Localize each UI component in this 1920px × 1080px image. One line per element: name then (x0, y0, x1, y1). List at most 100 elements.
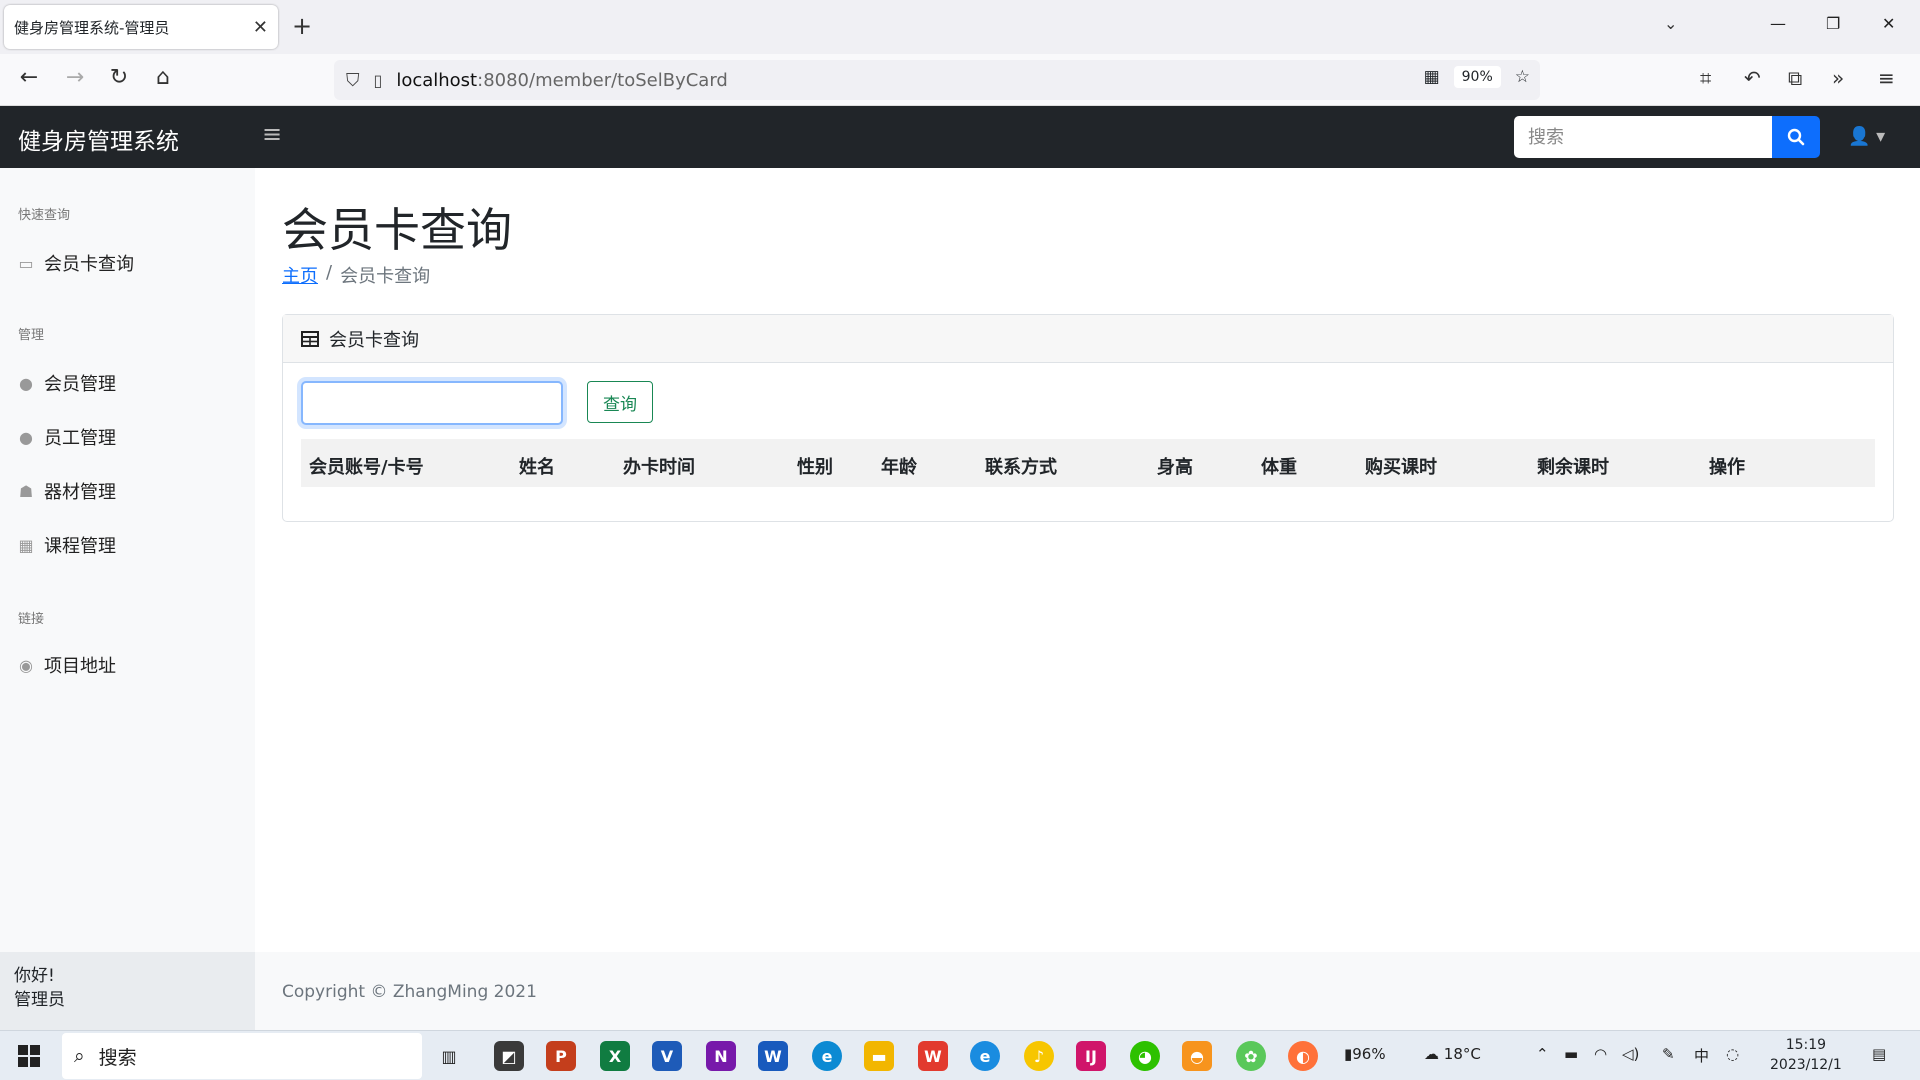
wifi-icon[interactable]: ◠ (1594, 1045, 1607, 1063)
windows-start-icon[interactable] (18, 1045, 40, 1067)
notification-icon[interactable]: ▤ (1872, 1045, 1886, 1063)
qr-code-icon[interactable]: ▦ (1424, 67, 1440, 87)
sidebar-footer: 你好! 管理员 (0, 952, 255, 1030)
app-brand[interactable]: 健身房管理系统 (18, 122, 179, 156)
bookmark-star-icon[interactable]: ☆ (1515, 67, 1530, 87)
sidebar-item-card-query[interactable]: ▭ 会员卡查询 (18, 250, 134, 276)
user-icon: ● (19, 373, 33, 393)
screenshot-icon[interactable]: ⌗ (1700, 66, 1711, 90)
url-path: :8080/member/toSelByCard (477, 69, 728, 91)
breadcrumb-current: 会员卡查询 (340, 266, 431, 287)
reply-icon[interactable]: ↶ (1744, 66, 1761, 90)
new-tab-icon[interactable]: + (292, 12, 312, 40)
window-close-icon[interactable]: ✕ (1882, 14, 1895, 33)
pen-icon[interactable]: ✎ (1662, 1045, 1675, 1063)
app-green-icon[interactable]: ✿ (1236, 1041, 1266, 1071)
qq-icon[interactable]: ◓ (1182, 1041, 1212, 1071)
sidebar-heading-links: 链接 (18, 612, 45, 627)
sidebar-item-staff[interactable]: ● 员工管理 (18, 424, 116, 450)
breadcrumb: 主页 / 会员卡查询 (282, 262, 430, 288)
clock-date: 2023/12/1 (1770, 1057, 1842, 1073)
music-app-icon[interactable]: ♪ (1024, 1041, 1054, 1071)
battery-percent: 96% (1352, 1045, 1386, 1063)
sidebar-item-project[interactable]: ◉ 项目地址 (18, 652, 116, 678)
back-icon[interactable]: ← (14, 65, 44, 90)
close-tab-icon[interactable]: ✕ (253, 17, 268, 38)
card-header: 会员卡查询 (283, 315, 1893, 363)
word-icon[interactable]: W (758, 1041, 788, 1071)
sidebar-item-label: 员工管理 (44, 428, 116, 449)
intellij-icon[interactable]: IJ (1076, 1041, 1106, 1071)
search-icon: ⌕ (74, 1045, 85, 1067)
weather-widget[interactable]: ☁ 18°C (1424, 1045, 1481, 1063)
page-title: 会员卡查询 (282, 203, 512, 257)
clock-time: 15:19 (1785, 1037, 1827, 1053)
sidebar-toggle-icon[interactable]: ≡ (262, 120, 282, 148)
table-header-row: 会员账号/卡号 姓名 办卡时间 性别 年龄 联系方式 身高 体重 购买课时 剩余… (301, 439, 1875, 487)
url-bar[interactable]: ⛉ ▯ localhost:8080/member/toSelByCard ▦ … (334, 60, 1540, 100)
user-dropdown[interactable]: 👤 ▾ (1848, 126, 1885, 147)
file-explorer-icon[interactable]: ▬ (864, 1041, 894, 1071)
column-header: 姓名 (519, 457, 555, 478)
card-query-panel: 会员卡查询 查询 会员账号/卡号 姓名 办卡时间 性别 年龄 联系方式 身高 体… (282, 314, 1894, 522)
restore-icon[interactable]: ❐ (1826, 14, 1840, 33)
equipment-icon: ☗ (18, 481, 34, 501)
volume-icon[interactable]: ◁) (1622, 1045, 1639, 1063)
forward-icon[interactable]: → (60, 65, 90, 90)
sidebar-item-label: 会员卡查询 (44, 254, 134, 275)
reload-icon[interactable]: ↻ (104, 65, 134, 90)
browser-toolbar: ← → ↻ ⌂ ⛉ ▯ localhost:8080/member/toSelB… (0, 54, 1920, 106)
breadcrumb-separator: / (326, 262, 333, 283)
url-host: localhost (396, 69, 478, 91)
user-icon: 👤 (1848, 126, 1871, 147)
column-header: 剩余课时 (1537, 457, 1609, 478)
battery-indicator[interactable]: ▮96% (1344, 1045, 1386, 1063)
menu-icon[interactable]: ≡ (1878, 66, 1895, 90)
query-button[interactable]: 查询 (587, 381, 653, 423)
card-title: 会员卡查询 (329, 329, 419, 351)
taskbar: ⌕ 搜索 ▥ ◩ P X V N W e ▬ W e ♪ IJ ◕ ◓ ✿ ◐ … (0, 1030, 1920, 1080)
excel-icon[interactable]: X (600, 1041, 630, 1071)
tray-chevron-icon[interactable]: ⌃ (1536, 1045, 1549, 1063)
sidebar-heading-manage: 管理 (18, 328, 45, 343)
taskbar-search[interactable]: ⌕ 搜索 (62, 1033, 422, 1079)
powerpoint-icon[interactable]: P (546, 1041, 576, 1071)
browser-tab[interactable]: 健身房管理系统-管理员 ✕ (4, 5, 278, 49)
tab-list-chevron-icon[interactable]: ⌄ (1664, 14, 1677, 33)
calendar-icon: ▦ (18, 535, 34, 555)
navbar-search-button[interactable] (1772, 116, 1820, 158)
copyright-text: Copyright © ZhangMing 2021 (282, 982, 537, 1002)
overflow-icon[interactable]: » (1832, 66, 1844, 90)
onenote-icon[interactable]: N (706, 1041, 736, 1071)
column-header: 办卡时间 (623, 457, 695, 478)
column-header: 操作 (1709, 457, 1745, 478)
ie-icon[interactable]: e (970, 1041, 1000, 1071)
sidebar-item-label: 项目地址 (44, 656, 116, 677)
visio-icon[interactable]: V (652, 1041, 682, 1071)
zoom-level[interactable]: 90% (1453, 66, 1501, 88)
sidebar-item-members[interactable]: ● 会员管理 (18, 370, 116, 396)
system-clock[interactable]: 15:19 2023/12/1 (1770, 1035, 1842, 1075)
firefox-icon[interactable]: ◐ (1288, 1041, 1318, 1071)
tray-battery-icon[interactable]: ▬ (1564, 1045, 1578, 1063)
app-tray-icon[interactable]: ◌ (1726, 1045, 1739, 1063)
breadcrumb-home-link[interactable]: 主页 (282, 262, 318, 288)
sidebar-item-label: 课程管理 (44, 536, 116, 557)
wechat-icon[interactable]: ◕ (1130, 1041, 1160, 1071)
minimize-icon[interactable]: — (1770, 14, 1786, 33)
home-icon[interactable]: ⌂ (148, 65, 178, 90)
sticky-notes-icon[interactable]: ◩ (494, 1041, 524, 1071)
edge-icon[interactable]: e (812, 1041, 842, 1071)
column-header: 联系方式 (985, 457, 1057, 478)
wps-icon[interactable]: W (918, 1041, 948, 1071)
ime-icon[interactable]: 中 (1694, 1045, 1709, 1066)
sidebar-item-equipment[interactable]: ☗ 器材管理 (18, 478, 116, 504)
task-view-icon[interactable]: ▥ (434, 1041, 464, 1071)
card-number-input[interactable] (301, 381, 563, 425)
navbar-search-input[interactable] (1514, 116, 1772, 158)
extensions-icon[interactable]: ⧉ (1788, 66, 1802, 90)
column-header: 会员账号/卡号 (309, 457, 424, 478)
column-header: 体重 (1261, 457, 1297, 478)
taskbar-search-label: 搜索 (98, 1046, 137, 1069)
sidebar-item-courses[interactable]: ▦ 课程管理 (18, 532, 116, 558)
